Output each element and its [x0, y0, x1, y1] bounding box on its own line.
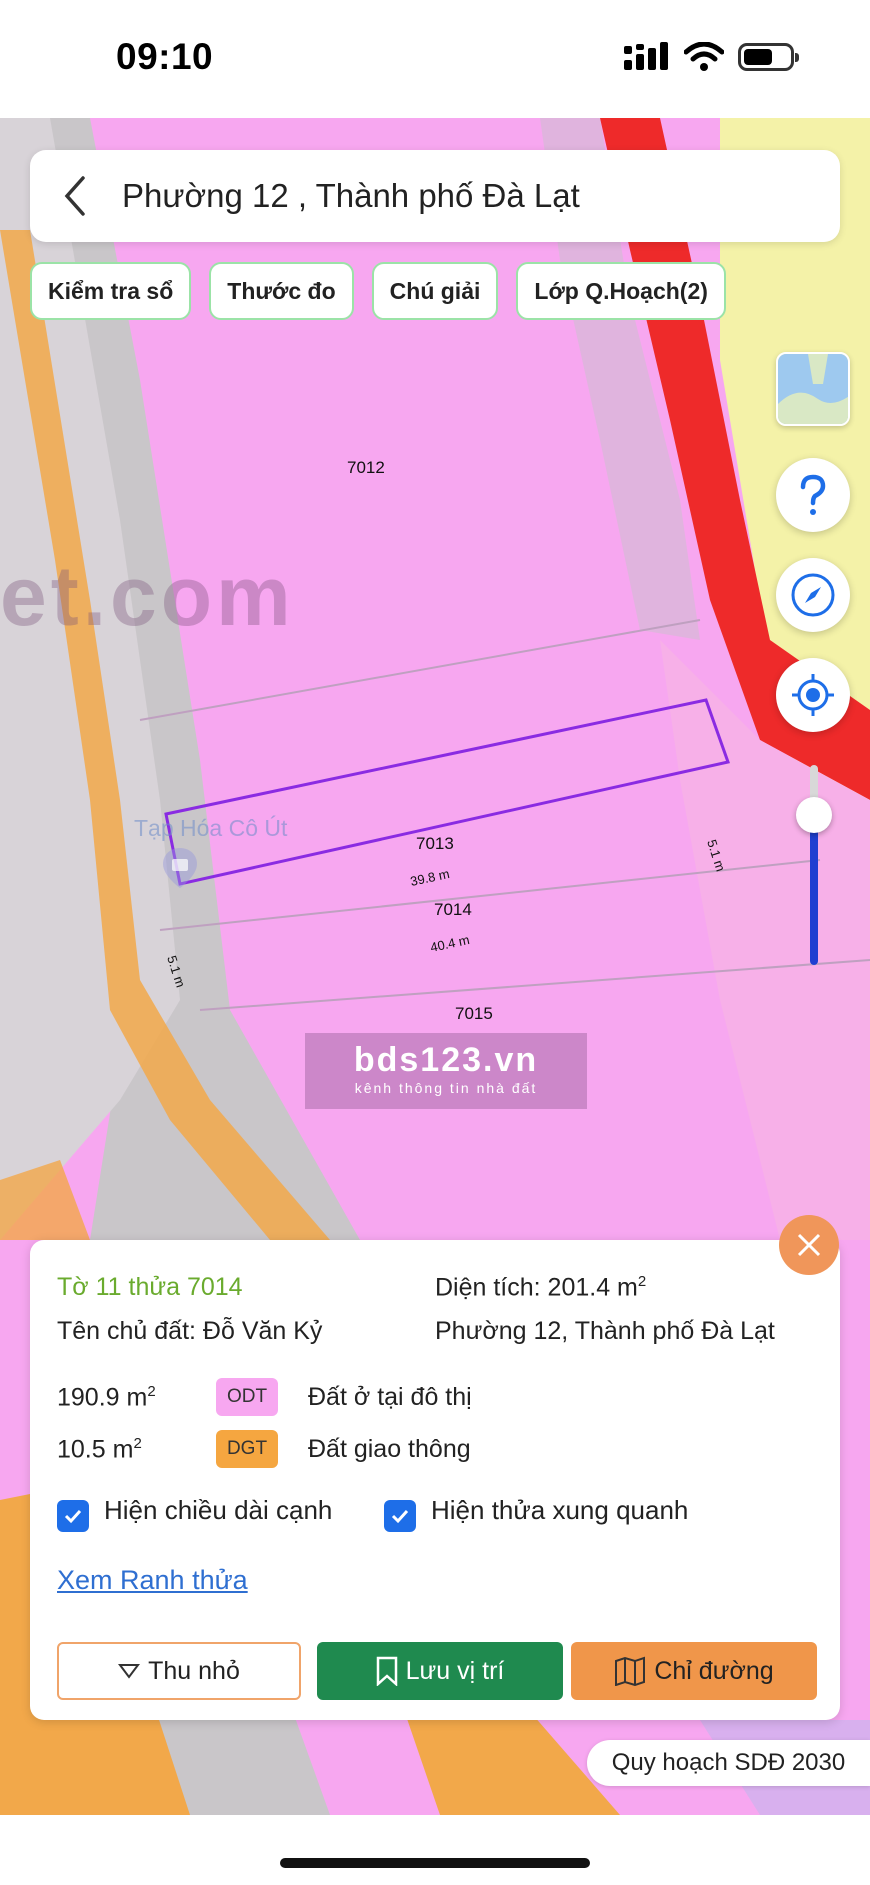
parcel-location: Phường 12, Thành phố Đà Lạt	[435, 1317, 775, 1345]
triangle-down-icon	[118, 1664, 141, 1679]
show-edge-length-label[interactable]: Hiện chiều dài cạnh	[104, 1495, 332, 1526]
show-neighbors-label[interactable]: Hiện thửa xung quanh	[431, 1495, 688, 1526]
map-icon	[615, 1656, 646, 1686]
area-unit-sup: 2	[637, 1273, 647, 1290]
cellular-signal-icon	[624, 42, 668, 70]
directions-label: Chỉ đường	[654, 1656, 774, 1685]
location-header: Phường 12 , Thành phố Đà Lạt	[30, 150, 840, 242]
locate-icon	[792, 674, 834, 716]
chevron-left-icon	[64, 176, 85, 216]
zoom-slider[interactable]	[810, 765, 818, 965]
parcel-number[interactable]: 7013	[416, 834, 454, 854]
sheet-parcel-number: Tờ 11 thửa 7014	[57, 1273, 243, 1301]
parcel-number[interactable]: 7014	[434, 900, 472, 920]
check-certificate-chip[interactable]: Kiểm tra sổ	[30, 262, 192, 320]
collapse-button[interactable]: Thu nhỏ	[57, 1642, 301, 1700]
back-button[interactable]	[40, 150, 110, 242]
area-label: Diện tích: 201.4 m	[435, 1273, 638, 1302]
tool-chips: Kiểm tra sổ Thước đo Chú giải Lớp Q.Hoạc…	[30, 262, 726, 320]
area-unit-sup: 2	[147, 1383, 156, 1400]
watermark-title: bds123.vn	[353, 1041, 539, 1079]
store-marker-icon[interactable]	[163, 848, 197, 888]
view-boundary-link[interactable]: Xem Ranh thửa	[57, 1565, 248, 1596]
battery-level	[744, 49, 772, 65]
collapse-label: Thu nhỏ	[148, 1656, 240, 1685]
planning-label[interactable]: Quy hoạch SDĐ 2030	[587, 1740, 870, 1786]
watermark: bds123.vn kênh thông tin nhà đất	[305, 1033, 587, 1109]
status-bar: 09:10	[0, 0, 870, 118]
ruler-chip[interactable]: Thước đo	[209, 262, 354, 320]
owner-name: Tên chủ đất: Đỗ Văn Kỷ	[57, 1317, 323, 1345]
zoom-slider-handle[interactable]	[796, 797, 832, 833]
land-use-name: Đất ở tại đô thị	[308, 1383, 472, 1411]
parcel-number[interactable]: 7015	[455, 1004, 493, 1024]
planning-layer-chip[interactable]: Lớp Q.Hoạch(2)	[516, 262, 726, 320]
save-location-button[interactable]: Lưu vị trí	[317, 1642, 563, 1700]
status-icons	[624, 42, 799, 72]
location-title: Phường 12 , Thành phố Đà Lạt	[122, 177, 580, 214]
map-layer-icon	[778, 354, 848, 424]
land-use-area: 10.5 m2	[57, 1435, 142, 1464]
show-edge-length-checkbox[interactable]	[57, 1500, 89, 1532]
land-use-area-value: 10.5 m	[57, 1435, 134, 1464]
battery-icon	[738, 43, 799, 71]
my-location-button[interactable]	[776, 658, 850, 732]
base-layer-button[interactable]	[776, 352, 850, 426]
compass-icon	[791, 573, 835, 617]
save-location-label: Lưu vị trí	[405, 1656, 505, 1685]
question-icon	[800, 474, 826, 515]
close-icon	[797, 1233, 821, 1257]
land-use-area: 190.9 m2	[57, 1383, 156, 1412]
show-neighbors-checkbox[interactable]	[384, 1500, 416, 1532]
status-time: 09:10	[116, 36, 214, 77]
watermark-subtitle: kênh thông tin nhà đất	[354, 1080, 538, 1096]
directions-button[interactable]: Chỉ đường	[571, 1642, 817, 1700]
check-icon	[391, 1509, 409, 1524]
land-use-area-value: 190.9 m	[57, 1383, 148, 1412]
bookmark-icon	[376, 1656, 397, 1686]
legend-chip[interactable]: Chú giải	[371, 262, 499, 320]
area-unit-sup: 2	[133, 1435, 142, 1452]
check-icon	[64, 1509, 82, 1524]
compass-button[interactable]	[776, 558, 850, 632]
area-total: Diện tích: 201.4 m2	[435, 1273, 646, 1302]
land-use-name: Đất giao thông	[308, 1435, 471, 1463]
home-indicator[interactable]	[280, 1858, 590, 1868]
close-panel-button[interactable]	[779, 1215, 839, 1275]
faded-watermark: et.com	[0, 549, 295, 643]
poi-label: Tạp Hóa Cô Út	[134, 815, 288, 841]
wifi-icon	[684, 42, 724, 71]
zoom-slider-fill	[810, 815, 818, 965]
land-use-code-badge: ODT	[216, 1378, 278, 1416]
land-use-code-badge: DGT	[216, 1430, 278, 1468]
parcel-number[interactable]: 7012	[347, 458, 385, 478]
help-button[interactable]	[776, 458, 850, 532]
